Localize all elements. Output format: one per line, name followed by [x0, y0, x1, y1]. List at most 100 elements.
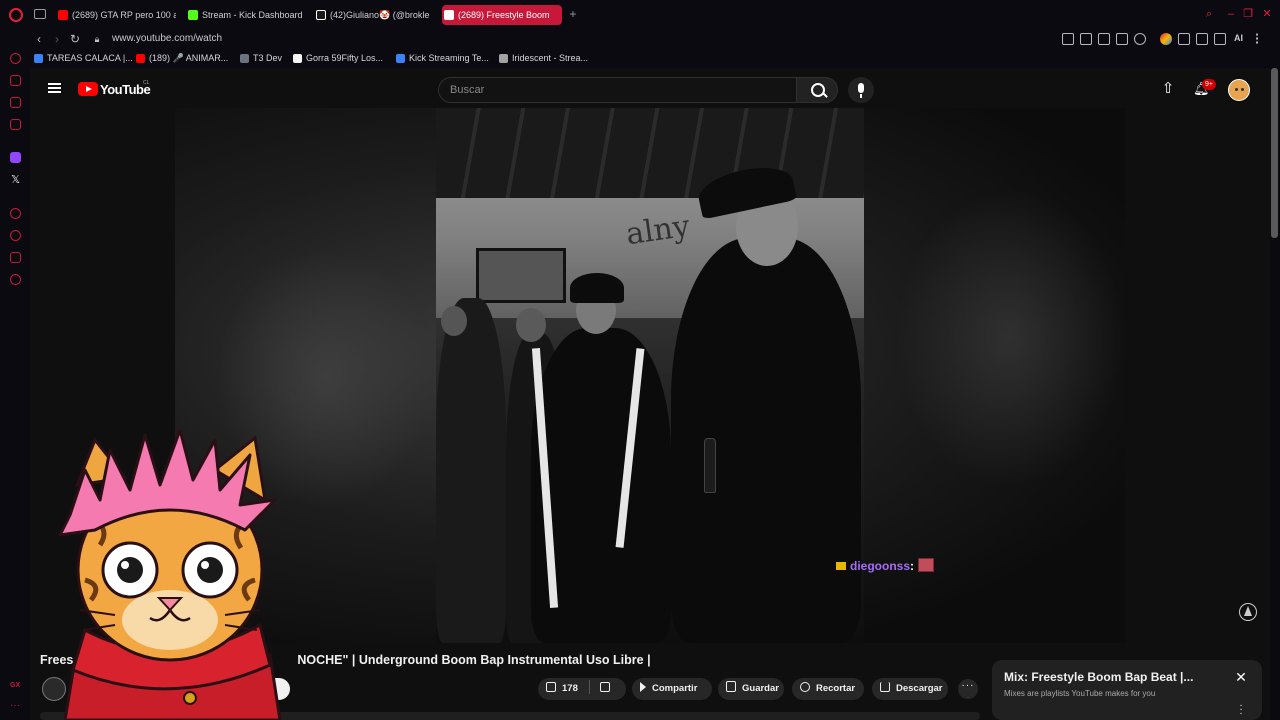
kick-favicon-icon: [188, 10, 198, 20]
search-placeholder: Buscar: [450, 84, 485, 96]
player-icon[interactable]: [10, 208, 21, 219]
snapshot-icon[interactable]: [1080, 33, 1092, 45]
bookmark-kick-streaming[interactable]: Kick Streaming Te...: [396, 53, 489, 63]
bookmark-label: Gorra 59Fifty Los...: [306, 53, 384, 63]
heart-icon[interactable]: [1134, 33, 1146, 45]
video-scene-window: [476, 248, 566, 303]
vtuber-cat-avatar: [58, 430, 282, 720]
tab-gta-rp[interactable]: (2689) GTA RP pero 100 a: [56, 5, 176, 25]
workspaces-icon[interactable]: [34, 9, 46, 19]
close-window-icon[interactable]: ✕: [1261, 8, 1273, 20]
more-actions-button[interactable]: ···: [958, 679, 978, 699]
youtube-favicon-icon: [58, 10, 68, 20]
close-icon[interactable]: ✕: [1234, 670, 1248, 684]
mix-more-icon[interactable]: · · ·: [1238, 701, 1244, 719]
search-input[interactable]: Buscar: [438, 77, 796, 103]
video-cap: [570, 273, 624, 303]
bookmark-label: (189) 🎤 ANIMAR...: [149, 53, 229, 63]
aria-icon[interactable]: [10, 53, 21, 64]
adblock-icon[interactable]: [1098, 33, 1110, 45]
sidebar-more-icon[interactable]: ···: [10, 700, 20, 711]
share-icon: [640, 682, 646, 692]
save-label: Guardar: [742, 683, 779, 694]
like-button[interactable]: 178: [546, 682, 578, 694]
x-icon[interactable]: 𝕏: [10, 175, 21, 186]
avatar[interactable]: [1228, 79, 1250, 101]
tab-freestyle-boom-active[interactable]: (2689) Freestyle Boom: [442, 5, 562, 25]
bookmark-tareas[interactable]: TAREAS CALACA |...: [34, 53, 133, 63]
bookmark-gorra[interactable]: Gorra 59Fifty Los...: [293, 53, 383, 63]
notification-badge: 9+: [1202, 79, 1216, 90]
bookmark-page-icon[interactable]: [1062, 33, 1074, 45]
twitch-icon[interactable]: [10, 152, 21, 163]
mix-playlist-card[interactable]: Mix: Freestyle Boom Bap Beat |... Mixes …: [992, 660, 1262, 720]
menu-icon[interactable]: [1256, 33, 1268, 45]
thumbs-down-icon[interactable]: [600, 682, 611, 692]
store-favicon-icon: [293, 54, 302, 63]
tab-kick-dashboard[interactable]: Stream - Kick Dashboard: [186, 5, 304, 25]
minimize-icon[interactable]: –: [1225, 8, 1237, 20]
url-field[interactable]: www.youtube.com/watch: [112, 33, 222, 44]
address-bar: ‹ › ↻ 🔒︎ www.youtube.com/watch AI: [30, 30, 1280, 50]
channel-watermark-icon[interactable]: [1239, 603, 1257, 621]
ai-button[interactable]: AI: [1234, 33, 1243, 43]
extensions-icon[interactable]: [10, 252, 21, 263]
bookmark-label: T3 Dev: [253, 53, 283, 63]
t3-favicon-icon: [240, 54, 249, 63]
video-head: [516, 308, 546, 342]
downloads-icon[interactable]: [1214, 33, 1226, 45]
video-head: [441, 306, 467, 336]
tab-label: (2689) Freestyle Boom: [458, 10, 550, 20]
clip-button[interactable]: Recortar: [792, 678, 864, 700]
thumbs-up-icon: [546, 682, 556, 692]
search-icon[interactable]: [796, 77, 838, 103]
tab-label: Stream - Kick Dashboard: [202, 10, 303, 20]
tab-tiktok[interactable]: (42)Giuliano🤡 (@brokle: [314, 5, 432, 25]
profile-extension-icon[interactable]: [1160, 33, 1172, 45]
youtube-logo-icon[interactable]: [78, 82, 98, 96]
music-icon[interactable]: [10, 119, 21, 130]
crypto-wallet-icon[interactable]: [10, 75, 21, 86]
video-bottle: [704, 438, 716, 493]
gx-label: GX: [10, 682, 21, 689]
browser-window: (2689) GTA RP pero 100 a Stream - Kick D…: [0, 0, 1280, 720]
opera-sidebar: 𝕏 GX ···: [0, 30, 30, 720]
upload-icon[interactable]: ⇧: [1160, 81, 1176, 97]
bookmark-t3dev[interactable]: T3 Dev: [240, 53, 282, 63]
share-label: Compartir: [652, 683, 698, 694]
bookmark-animar[interactable]: (189) 🎤 ANIMAR...: [136, 53, 228, 64]
back-icon[interactable]: ‹: [32, 32, 46, 46]
bookmark-icon: [726, 681, 736, 692]
forward-icon[interactable]: ›: [50, 32, 64, 46]
easy-files-icon[interactable]: [1196, 33, 1208, 45]
microphone-icon[interactable]: [848, 77, 874, 103]
save-button[interactable]: Guardar: [718, 678, 784, 700]
bookmark-label: TAREAS CALACA |...: [47, 53, 133, 63]
mix-title[interactable]: Mix: Freestyle Boom Bap Beat |...: [1004, 670, 1193, 684]
new-tab-icon[interactable]: +: [568, 8, 578, 20]
video-scene-ceiling: [436, 108, 864, 198]
mix-subtitle: Mixes are playlists YouTube makes for yo…: [1004, 689, 1156, 698]
share-button[interactable]: Compartir: [632, 678, 712, 700]
bookmark-iridescent[interactable]: Iridescent - Strea...: [499, 53, 588, 63]
search-tabs-icon[interactable]: ⌕: [1203, 8, 1215, 20]
opera-logo-icon[interactable]: [9, 8, 23, 22]
settings-icon[interactable]: [10, 274, 21, 285]
download-button[interactable]: Descargar: [872, 678, 948, 700]
video-player[interactable]: alny: [436, 108, 864, 643]
tv-icon[interactable]: [10, 97, 21, 108]
history-icon[interactable]: [10, 230, 21, 241]
youtube-favicon-icon: [136, 54, 145, 63]
play-icon[interactable]: [1116, 33, 1128, 45]
hamburger-menu-icon[interactable]: [48, 83, 61, 93]
iridescent-favicon-icon: [499, 54, 508, 63]
bookmark-label: Kick Streaming Te...: [409, 53, 489, 63]
like-count: 178: [562, 683, 578, 694]
chat-overlay-message: diegoonss:: [836, 558, 935, 573]
download-icon: [880, 682, 890, 692]
reload-icon[interactable]: ↻: [68, 32, 82, 46]
page-scrollbar[interactable]: [1271, 68, 1278, 238]
crown-icon: [836, 562, 846, 570]
maximize-icon[interactable]: ❐: [1242, 8, 1254, 20]
extensions-puzzle-icon[interactable]: [1178, 33, 1190, 45]
